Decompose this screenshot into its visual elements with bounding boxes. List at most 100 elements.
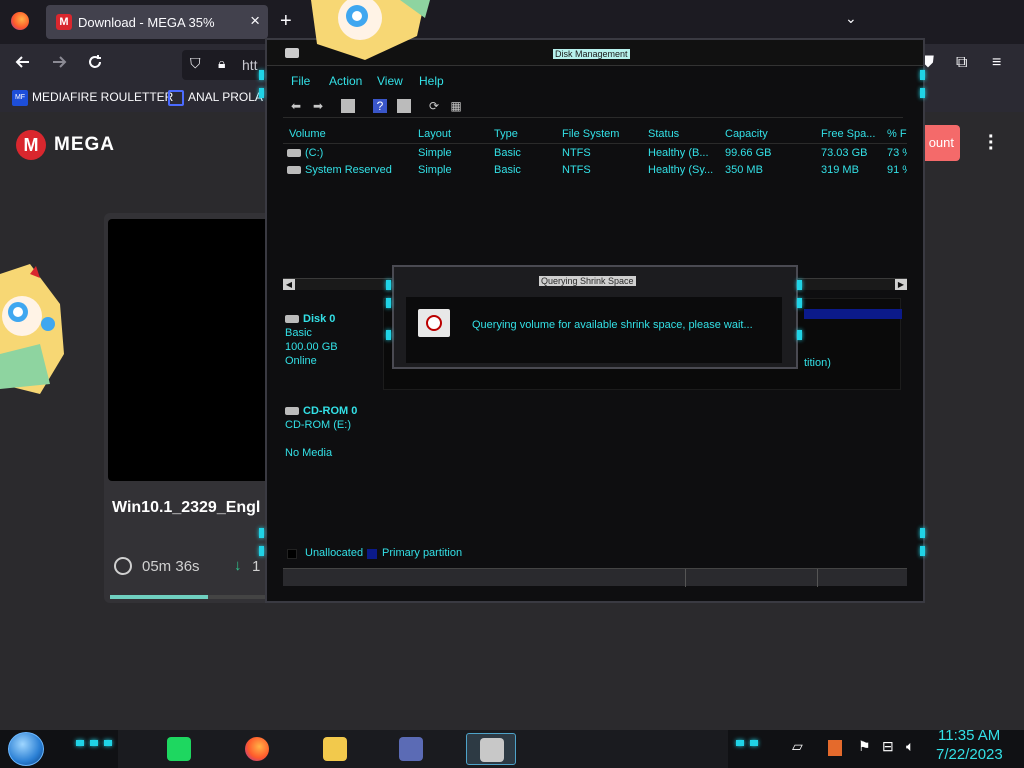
- mega-logo-icon[interactable]: M: [16, 130, 46, 160]
- bookmark-label: MEDIAFIRE ROULETTER: [32, 90, 174, 105]
- disk-management-title: Disk Management: [553, 49, 630, 59]
- disk-0-primary-partition[interactable]: [804, 309, 902, 319]
- taskbar-spotify[interactable]: [154, 733, 204, 765]
- volume-icon[interactable]: 🔈︎: [906, 738, 914, 755]
- col-file-system[interactable]: File System: [562, 128, 619, 140]
- neon-accent: [104, 740, 112, 746]
- url-text: htt: [242, 57, 258, 73]
- neon-accent: [797, 298, 802, 308]
- disk-0-type: Basic: [285, 327, 312, 339]
- neon-accent: [386, 330, 391, 340]
- col-capacity[interactable]: Capacity: [725, 128, 768, 140]
- neon-accent: [259, 88, 264, 98]
- bookmark-label: ANAL PROLA: [188, 90, 263, 105]
- shrink-dialog-message: Querying volume for available shrink spa…: [472, 319, 753, 331]
- menu-bar: File Action View Help: [283, 72, 903, 92]
- neon-accent: [797, 280, 802, 290]
- col-free-space[interactable]: Free Spa...: [821, 128, 875, 140]
- show-desktop-icon[interactable]: ▱: [792, 738, 803, 755]
- volume-free: 73.03 GB: [821, 147, 868, 159]
- status-divider: [817, 569, 818, 587]
- volume-row[interactable]: (C:) Simple Basic NTFS Healthy (B... 99.…: [283, 146, 907, 162]
- volume-type: Basic: [494, 147, 521, 159]
- forward-button[interactable]: [50, 53, 68, 76]
- col-percent-free[interactable]: % F: [887, 128, 907, 140]
- legend: Unallocated Primary partition: [287, 546, 907, 562]
- volume-layout: Simple: [418, 147, 452, 159]
- tab-close-button[interactable]: ×: [250, 11, 260, 31]
- time-remaining: 05m 36s: [142, 558, 200, 575]
- cdrom-0-name: CD-ROM 0: [285, 404, 375, 418]
- properties-icon[interactable]: ▦: [449, 99, 463, 113]
- status-bar: [283, 568, 907, 587]
- help-icon[interactable]: ?: [373, 99, 387, 113]
- action-center-flag-icon[interactable]: ⚑: [858, 738, 871, 755]
- menu-file[interactable]: File: [291, 74, 310, 88]
- scroll-right-icon[interactable]: ▶: [895, 279, 907, 290]
- hamburger-menu-icon[interactable]: ≡: [992, 54, 1001, 72]
- bookmark-mediafire-rouletter[interactable]: MF MEDIAFIRE ROULETTER: [12, 90, 173, 106]
- col-volume[interactable]: Volume: [289, 128, 326, 140]
- lock-icon[interactable]: 🔒︎: [218, 55, 225, 72]
- new-tab-button[interactable]: +: [280, 10, 292, 33]
- taskbar-app[interactable]: [386, 733, 436, 765]
- tab-mega-download[interactable]: M Download - MEGA 35% ×: [46, 5, 268, 39]
- bookmark-anal-prola[interactable]: ANAL PROLA: [168, 90, 263, 106]
- tab-list-button[interactable]: ⌄: [845, 10, 857, 27]
- col-status[interactable]: Status: [648, 128, 679, 140]
- java-update-icon[interactable]: [828, 740, 842, 756]
- shrink-dialog-title: Querying Shrink Space: [539, 276, 636, 286]
- cdrom-icon: [285, 407, 299, 416]
- neon-accent: [90, 740, 98, 746]
- extensions-icon[interactable]: ⧉: [956, 54, 967, 72]
- menu-view[interactable]: View: [377, 74, 403, 88]
- start-button[interactable]: [8, 732, 44, 766]
- back-icon[interactable]: ⬅: [289, 99, 303, 113]
- download-progress-fill: [110, 595, 208, 599]
- disk-0-partition-label: tition): [804, 357, 831, 369]
- spotify-icon: [167, 737, 191, 761]
- refresh-icon[interactable]: ⟳: [427, 99, 441, 113]
- volume-capacity: 350 MB: [725, 164, 763, 176]
- back-button[interactable]: [14, 53, 32, 76]
- firefox-icon[interactable]: [11, 12, 29, 30]
- col-type[interactable]: Type: [494, 128, 518, 140]
- reload-button[interactable]: [86, 53, 104, 76]
- menu-action[interactable]: Action: [329, 74, 362, 88]
- disk-management-icon: [480, 738, 504, 762]
- console-icon[interactable]: [341, 99, 355, 113]
- taskbar-apps: [118, 730, 728, 768]
- download-arrow-icon: ↓: [234, 557, 242, 574]
- neon-accent: [736, 740, 744, 746]
- volume-row[interactable]: System Reserved Simple Basic NTFS Health…: [283, 163, 907, 179]
- menu-help[interactable]: Help: [419, 74, 444, 88]
- taskbar-firefox[interactable]: [232, 733, 282, 765]
- tab-title: Download - MEGA 35%: [78, 15, 215, 30]
- folder-icon: [323, 737, 347, 761]
- list-view-icon[interactable]: [397, 99, 411, 113]
- col-layout[interactable]: Layout: [418, 128, 451, 140]
- legend-unallocated: Unallocated: [305, 547, 364, 559]
- volume-layout: Simple: [418, 164, 452, 176]
- cdrom-0-media: No Media: [285, 447, 333, 459]
- forward-icon[interactable]: ➡: [311, 99, 325, 113]
- clock-icon: [114, 557, 132, 575]
- scroll-left-icon[interactable]: ◀: [283, 279, 295, 290]
- clock-time[interactable]: 11:35 AM: [938, 727, 1000, 744]
- mediafire-icon: MF: [12, 90, 28, 106]
- clock-date[interactable]: 7/22/2023: [936, 746, 1003, 763]
- network-icon[interactable]: ⊟: [882, 738, 894, 755]
- tracking-shield-icon[interactable]: ⛉: [190, 55, 201, 72]
- disk-0-label[interactable]: Disk 0 Basic 100.00 GB Online: [285, 312, 375, 368]
- back-arrow-icon: [15, 56, 29, 68]
- more-options-icon[interactable]: · · ·: [988, 127, 995, 159]
- taskbar-file-explorer[interactable]: [310, 733, 360, 765]
- neon-accent: [259, 546, 264, 556]
- volume-capacity: 99.66 GB: [725, 147, 772, 159]
- mega-favicon-icon: M: [56, 14, 72, 30]
- disk-0-name: Disk 0: [285, 312, 375, 326]
- cdrom-0-label[interactable]: CD-ROM 0 CD-ROM (E:) No Media: [285, 404, 375, 460]
- taskbar-disk-management[interactable]: [466, 733, 516, 765]
- volume-name: System Reserved: [287, 164, 392, 176]
- neon-accent: [750, 740, 758, 746]
